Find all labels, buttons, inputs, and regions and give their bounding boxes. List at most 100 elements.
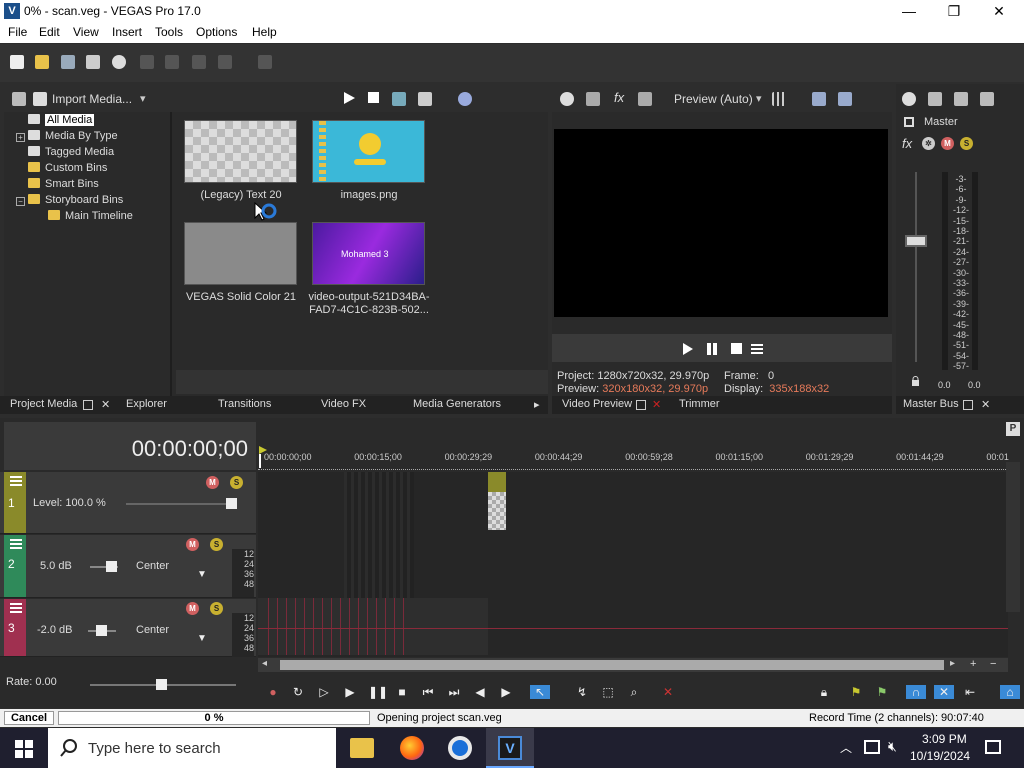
tree-tagged-media[interactable]: Tagged Media [28, 146, 114, 161]
tab-master-bus[interactable]: Master Bus [903, 398, 959, 410]
lock-icon[interactable] [911, 376, 920, 386]
automation-icon[interactable]: ✲ [922, 137, 935, 150]
preview-quality-dropdown[interactable]: Preview (Auto) [674, 92, 753, 106]
save-as-icon[interactable] [86, 55, 100, 69]
prev-frame-icon[interactable]: ◀ [472, 685, 488, 699]
rate-slider-handle[interactable] [156, 679, 167, 690]
taskbar-search-box[interactable]: Type here to search [48, 728, 336, 768]
tab-scroll-right-icon[interactable]: ▸ [534, 398, 540, 411]
transport-stop-icon[interactable]: ■ [394, 685, 410, 699]
dim-output-icon[interactable] [954, 92, 968, 106]
auto-crossfade-icon[interactable]: ✕ [934, 685, 954, 699]
vertical-scrollbar[interactable] [1006, 462, 1020, 612]
expand-toggle-icon[interactable]: + [16, 133, 25, 142]
media-scrollbar[interactable] [176, 370, 548, 394]
track-menu-icon[interactable] [10, 603, 22, 613]
tab-video-fx[interactable]: Video FX [321, 398, 366, 410]
marker-icon[interactable]: ⚑ [848, 685, 864, 699]
zoom-tool-icon[interactable]: ⌕ [626, 685, 642, 699]
vegas-taskbar-button[interactable]: V [486, 728, 534, 768]
settings-icon[interactable] [112, 55, 126, 69]
views-icon[interactable] [418, 92, 432, 106]
audio-volume-envelope[interactable] [258, 628, 1008, 629]
video-fx-icon[interactable]: fx [614, 90, 624, 105]
scroll-thumb[interactable] [280, 660, 944, 670]
undock-icon[interactable] [636, 400, 646, 410]
level-slider-handle[interactable] [226, 498, 237, 509]
mixer-view-icon[interactable] [980, 92, 994, 106]
chrome-icon[interactable] [448, 736, 472, 760]
save-snapshot-icon[interactable] [838, 92, 852, 106]
solo-icon[interactable]: S [230, 476, 243, 489]
menu-options[interactable]: Options [196, 25, 237, 39]
windows-start-icon[interactable] [15, 740, 33, 758]
lock-toggle-icon[interactable]: ⌂ [1000, 685, 1020, 699]
cut-icon[interactable] [140, 55, 154, 69]
media-thumb-text[interactable] [184, 120, 297, 183]
close-tab-icon[interactable]: ✕ [652, 398, 661, 411]
mute-icon[interactable]: M [186, 538, 199, 551]
playhead-marker-icon[interactable] [258, 446, 268, 468]
import-media-button[interactable]: Import Media... [52, 92, 132, 106]
tab-trimmer[interactable]: Trimmer [679, 398, 720, 410]
envelope-tool-icon[interactable]: ↯ [574, 685, 590, 699]
track-menu-icon[interactable] [10, 539, 22, 549]
preview-play-icon[interactable] [682, 342, 694, 356]
scroll-left-icon[interactable]: ◂ [262, 658, 267, 669]
preview-screen[interactable] [554, 129, 888, 317]
zoom-in-icon[interactable]: + [970, 658, 976, 670]
new-icon[interactable] [10, 55, 24, 69]
go-to-end-icon[interactable]: ⏭ [446, 685, 462, 699]
mixer-settings-icon[interactable] [902, 92, 916, 106]
media-thumb-video[interactable]: Mohamed 3 [312, 222, 425, 285]
clock-time[interactable]: 3:09 PM [922, 732, 967, 746]
undock-icon[interactable] [83, 400, 93, 410]
close-tab-icon[interactable]: ✕ [101, 398, 110, 411]
pan-indicator-icon[interactable]: ▼ [197, 633, 207, 644]
menu-help[interactable]: Help [252, 25, 277, 39]
normal-edit-tool-icon[interactable]: ↖ [530, 685, 550, 699]
mute-icon[interactable]: M [206, 476, 219, 489]
selection-tool-icon[interactable]: ⬚ [600, 685, 616, 699]
preview-settings-icon[interactable] [560, 92, 574, 106]
tree-media-by-type[interactable]: Media By Type [28, 130, 118, 145]
tree-smart-bins[interactable]: Smart Bins [28, 178, 99, 193]
record-icon[interactable]: ● [265, 685, 281, 699]
next-frame-icon[interactable]: ▶ [498, 685, 514, 699]
volume-slider-handle[interactable] [106, 561, 117, 572]
audio-track-header-2[interactable]: 2 M S 5.0 dB Center ▼ 12 24 36 48 [0, 535, 256, 598]
copy-icon[interactable] [165, 55, 179, 69]
tab-transitions[interactable]: Transitions [218, 398, 271, 410]
menu-view[interactable]: View [73, 25, 99, 39]
save-icon[interactable] [61, 55, 75, 69]
preview-stop-icon[interactable] [730, 342, 743, 356]
media-menu-icon[interactable] [12, 92, 26, 106]
menu-file[interactable]: File [8, 25, 27, 39]
tab-explorer[interactable]: Explorer [126, 398, 167, 410]
minimize-button[interactable]: — [886, 2, 932, 20]
solo-icon[interactable]: S [960, 137, 973, 150]
cancel-button[interactable]: Cancel [4, 711, 54, 725]
close-tab-icon[interactable]: ✕ [981, 398, 990, 411]
delete-icon[interactable]: ✕ [660, 685, 676, 699]
collapse-toggle-icon[interactable]: − [16, 197, 25, 206]
close-button[interactable]: ✕ [976, 2, 1022, 20]
track-menu-icon[interactable] [10, 476, 22, 486]
horizontal-scrollbar[interactable]: ◂ ▸ [258, 658, 1008, 672]
loop-icon[interactable]: ↻ [290, 685, 306, 699]
play-icon[interactable] [342, 90, 356, 106]
video-track-header-1[interactable]: 1 M S Level: 100.0 % [0, 472, 256, 534]
ripple-edit-icon[interactable]: ⇤ [962, 685, 978, 699]
undo-icon[interactable] [218, 55, 232, 69]
clock-date[interactable]: 10/19/2024 [910, 749, 970, 763]
tree-all-media[interactable]: All Media [28, 114, 95, 129]
mute-icon[interactable]: M [186, 602, 199, 615]
transport-play-icon[interactable]: ▶ [342, 685, 358, 699]
menu-insert[interactable]: Insert [112, 25, 142, 39]
paste-icon[interactable] [192, 55, 206, 69]
master-checkbox[interactable] [904, 117, 914, 127]
redo-icon[interactable] [258, 55, 272, 69]
tree-storyboard-bins[interactable]: Storyboard Bins [28, 194, 123, 209]
scroll-right-icon[interactable]: ▸ [950, 658, 955, 669]
volume-muted-icon[interactable]: 🔇︎ [888, 738, 897, 755]
